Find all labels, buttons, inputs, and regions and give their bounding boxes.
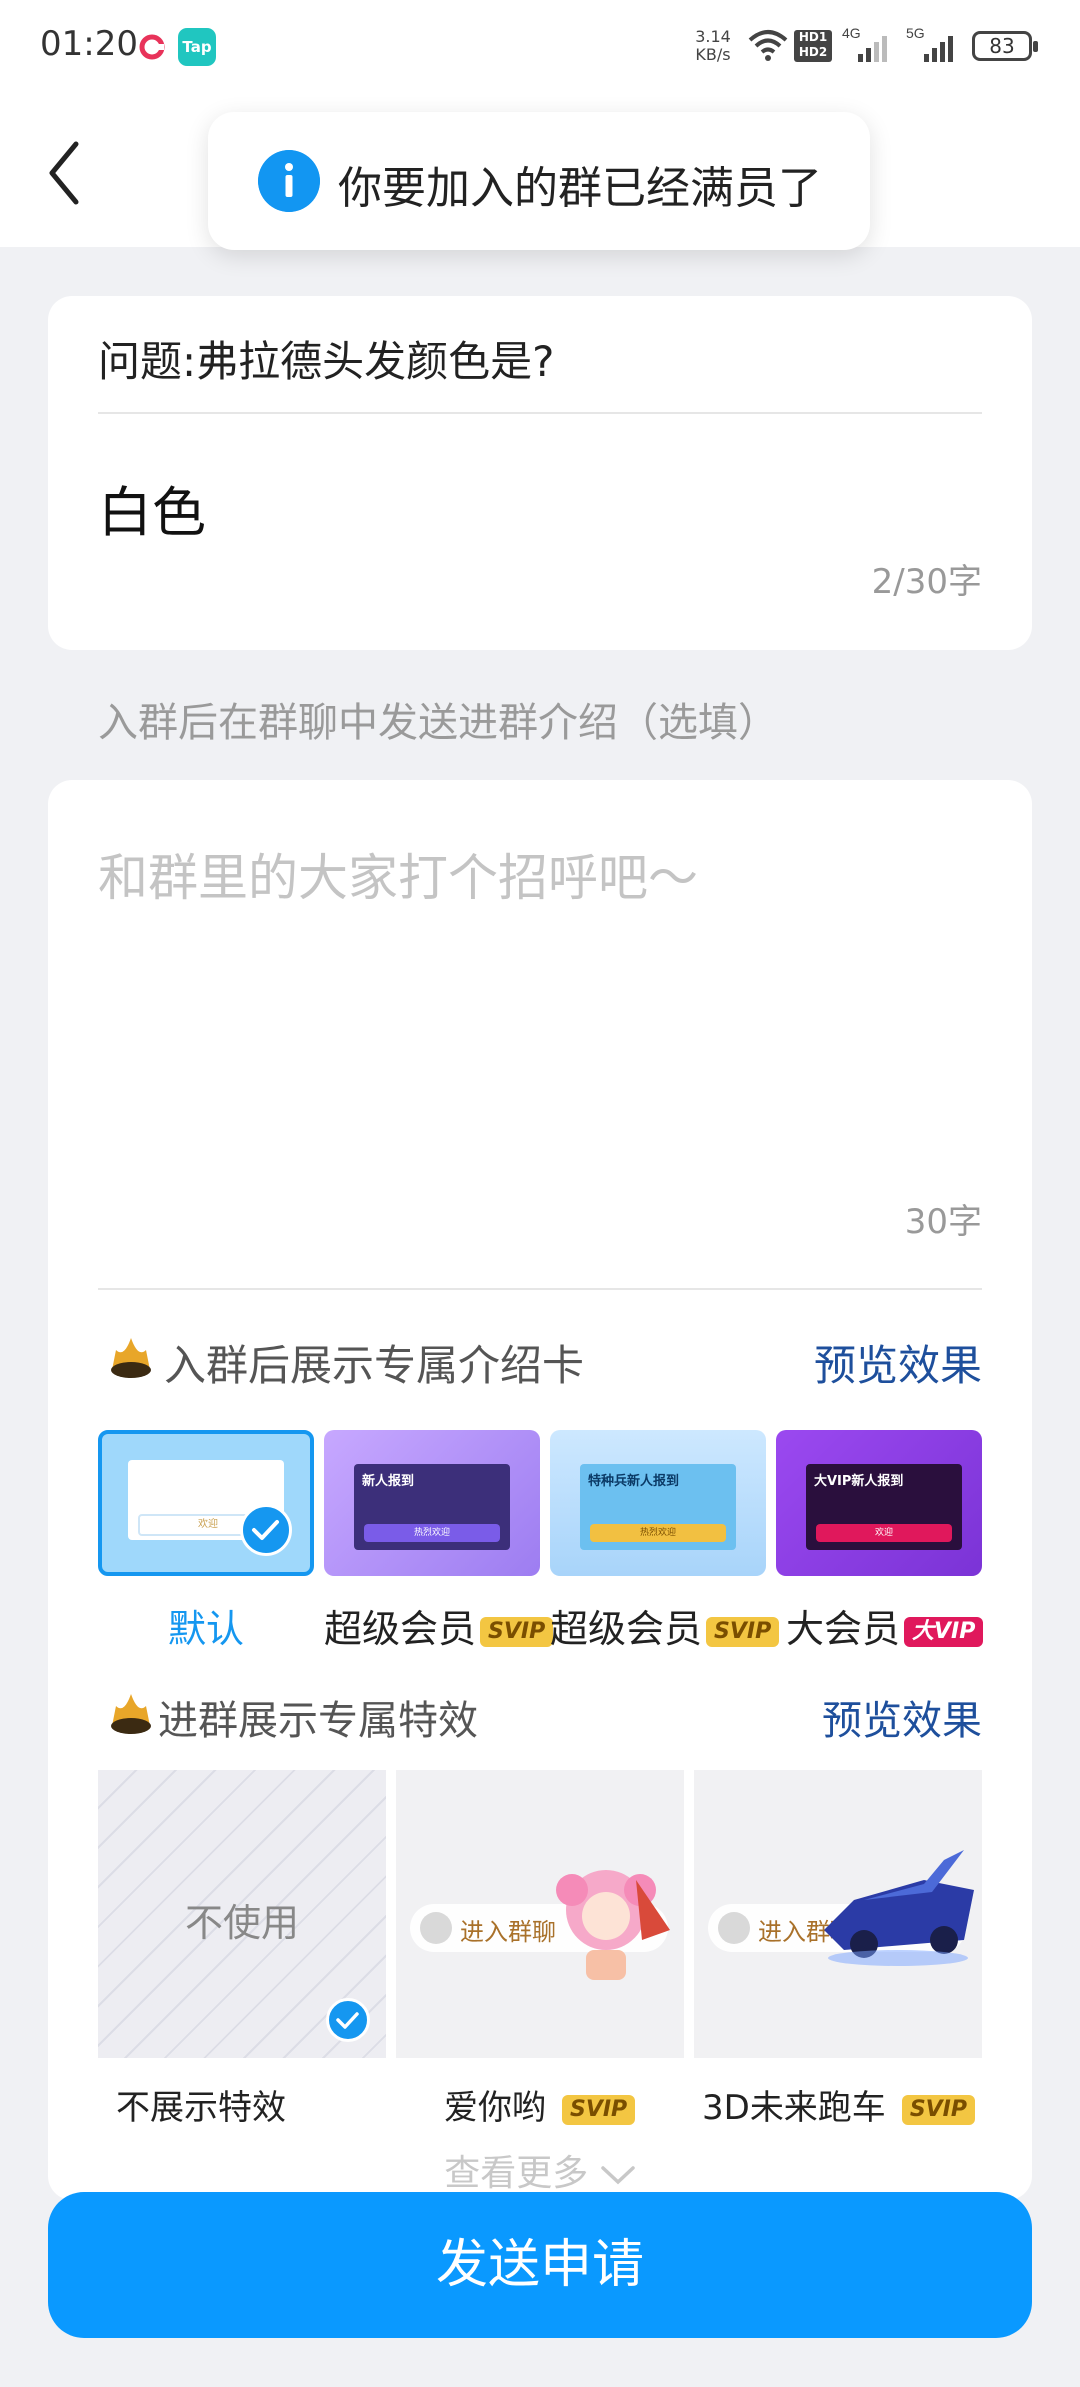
answer-input[interactable]: 白色 [98,468,206,547]
tile-label-default: 默认 [168,1607,245,1651]
status-time: 01:20 [40,24,138,64]
avatar [420,1912,452,1944]
card-preview: 新人报到 热烈欢迎 [354,1464,510,1550]
intro-hint-label: 入群后在群聊中发送进群介绍（选填） [98,700,778,746]
intro-textarea[interactable]: 和群里的大家打个招呼吧～ [98,838,698,910]
avatar [718,1912,750,1944]
tap-app-icon: Tap [178,28,216,66]
svip-badge: SVIP [706,1616,780,1647]
question-label: 问题:弗拉德头发颜色是? [98,337,555,386]
answer-char-count: 2/30字 [871,562,982,602]
checkmark-icon [326,1998,370,2042]
app-notification-icon [139,34,165,60]
effect-love-you[interactable]: 进入群聊 [396,1770,684,2058]
svip-badge: SVIP [901,2094,975,2125]
intro-char-count: 30字 [904,1202,982,1242]
intro-card-section-title: 入群后展示专属介绍卡 [164,1341,585,1390]
battery-indicator: 83 [972,31,1038,61]
checkmark-icon [240,1504,292,1556]
send-request-button[interactable]: 发送申请 [48,2192,1032,2338]
signal-4g-icon: 4G [842,25,887,62]
intro-card-default[interactable]: 欢迎 [98,1430,314,1576]
divider [98,1288,982,1290]
svg-text:4G: 4G [842,25,861,41]
effect-none-text: 不使用 [184,1901,299,1945]
chevron-down-icon [600,2166,635,2185]
card-preview: 大VIP新人报到 欢迎 [806,1464,962,1550]
card-preview: 特种兵新人报到 热烈欢迎 [580,1464,736,1550]
tile-label-vip: 大会员 大VIP [786,1598,984,1653]
effect-label-3d-car: 3D未来跑车 SVIP [702,2080,975,2129]
effect-3d-car[interactable]: 进入群聊 [694,1770,982,2058]
effect-preview-link[interactable]: 预览效果 [822,1688,982,1746]
effect-label-love-you: 爱你哟 SVIP [444,2080,636,2129]
effect-label-none: 不展示特效 [116,2088,286,2128]
crown-icon [111,1694,151,1734]
intro-card-preview-link[interactable]: 预览效果 [814,1332,982,1393]
intro-card-svip-2[interactable]: 特种兵新人报到 热烈欢迎 [550,1430,766,1576]
tile-label-svip-1: 超级会员 SVIP [324,1598,554,1653]
net-speed: 3.14 KB/s [695,27,731,64]
effect-none[interactable]: 不使用 [98,1770,386,2058]
effect-section-title: 进群展示专属特效 [158,1698,478,1744]
svip-badge: SVIP [562,2094,636,2125]
crown-icon [111,1338,151,1378]
question-card: 问题:弗拉德头发颜色是? 白色 2/30字 [48,296,1032,650]
back-arrow-icon[interactable] [42,138,92,208]
vip-badge: 大VIP [904,1616,984,1647]
divider [98,412,982,414]
intro-settings-card: 和群里的大家打个招呼吧～ 30字 入群后展示专属介绍卡 预览效果 欢迎 新人报到… [48,780,1032,2200]
anime-girl-effect-icon [556,1870,670,1980]
wifi-icon [748,30,788,61]
tile-label-svip-2: 超级会员 SVIP [550,1598,780,1653]
info-icon [258,150,320,212]
svip-badge: SVIP [480,1616,554,1647]
intro-card-vip[interactable]: 大VIP新人报到 欢迎 [776,1430,982,1576]
sports-car-effect-icon [824,1850,974,1966]
intro-card-svip-1[interactable]: 新人报到 热烈欢迎 [324,1430,540,1576]
hd-indicator: HD1 HD2 [794,30,832,62]
toast-message: 你要加入的群已经满员了 [338,163,822,214]
svg-text:5G: 5G [906,25,925,41]
signal-5g-icon: 5G [906,25,953,62]
view-more-link[interactable]: 查看更多 [48,2144,1032,2196]
toast-notification: 你要加入的群已经满员了 [208,112,870,250]
